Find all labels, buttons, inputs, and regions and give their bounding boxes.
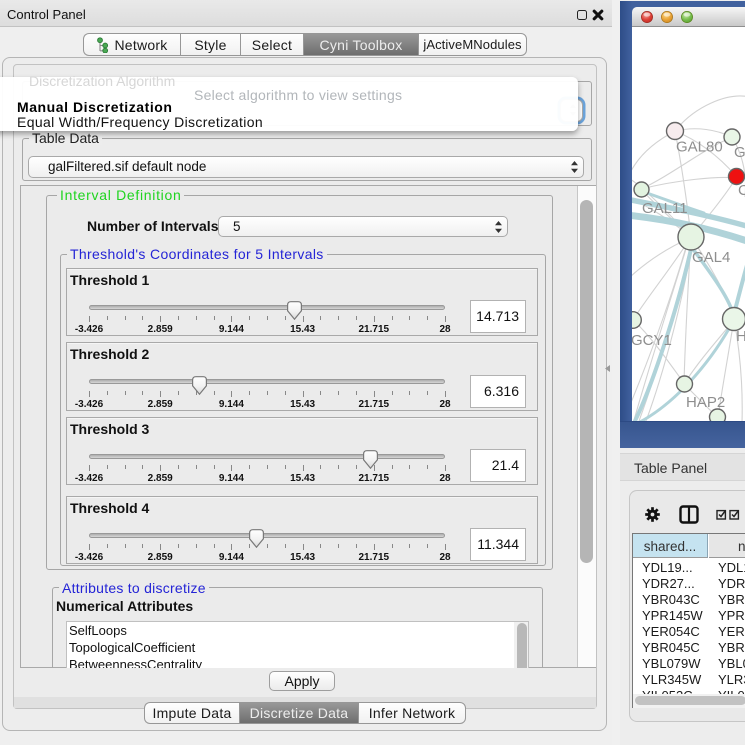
svg-text:HAP2: HAP2 [686, 394, 725, 411]
svg-text:G.: G. [734, 144, 745, 161]
svg-text:H: H [736, 328, 745, 345]
svg-text:GAL80: GAL80 [676, 139, 723, 156]
svg-text:GCY1: GCY1 [632, 332, 672, 349]
svg-text:GAL11: GAL11 [642, 200, 688, 217]
svg-text:GAL4: GAL4 [692, 249, 730, 266]
svg-text:C: C [738, 182, 745, 199]
